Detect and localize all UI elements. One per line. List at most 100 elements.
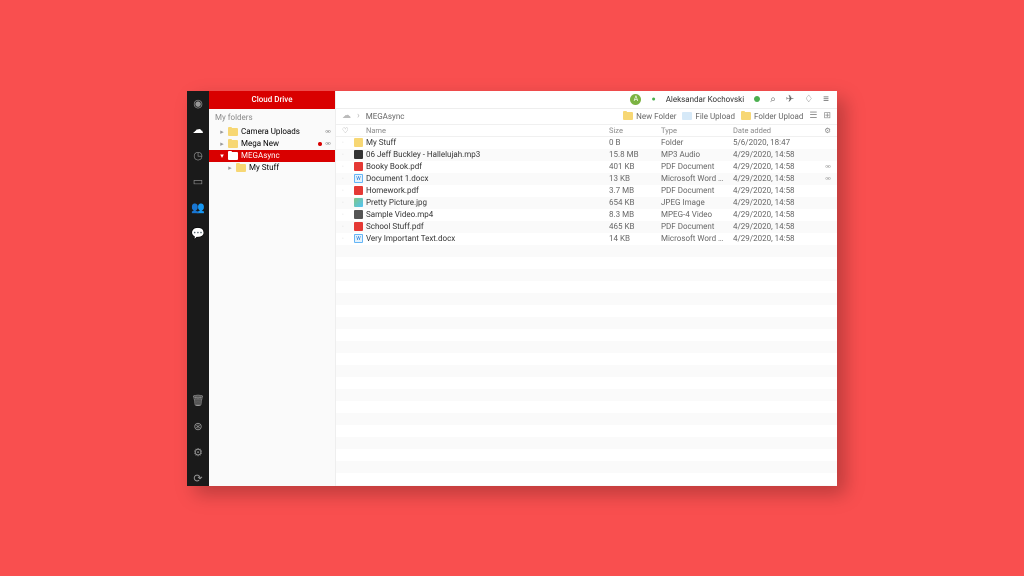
expand-arrow-icon[interactable]: ▾	[219, 152, 225, 160]
folder-icon	[228, 140, 238, 148]
bell-icon[interactable]: ♢	[804, 94, 813, 105]
table-row[interactable]: ·06 Jeff Buckley - Hallelujah.mp315.8 MB…	[336, 149, 837, 161]
empty-row	[336, 293, 837, 305]
contacts-icon[interactable]: 👥	[191, 201, 205, 215]
table-row[interactable]: ·Pretty Picture.jpg654 KBJPEG Image4/29/…	[336, 197, 837, 209]
size-column[interactable]: Size	[609, 126, 661, 135]
status-indicator	[754, 96, 760, 102]
favorite-toggle[interactable]: ·	[342, 187, 354, 195]
table-row[interactable]: · My Stuff0 BFolder5/6/2020, 18:47	[336, 137, 837, 149]
file-name: Very Important Text.docx	[366, 234, 609, 243]
cloud-breadcrumb-icon[interactable]: ☁	[342, 111, 351, 121]
sidebar-item-mega-new[interactable]: ▸Mega New⚮	[209, 138, 335, 150]
list-view-icon[interactable]: ☰	[809, 111, 817, 121]
favorite-toggle[interactable]: ·	[342, 223, 354, 231]
search-icon[interactable]: ⌕	[770, 94, 776, 105]
file-size: 8.3 MB	[609, 210, 661, 219]
file-size: 0 B	[609, 138, 661, 147]
sync-dot-icon	[318, 142, 322, 146]
date-column[interactable]: Date added	[733, 126, 815, 135]
recents-icon[interactable]: ◷	[191, 149, 205, 163]
transfers-icon[interactable]: ⊛	[191, 420, 205, 434]
table-row[interactable]: ·School Stuff.pdf465 KBPDF Document4/29/…	[336, 221, 837, 233]
favorite-toggle[interactable]: ·	[342, 139, 354, 147]
chat-icon[interactable]: 💬	[191, 227, 205, 241]
mega-icon[interactable]: ◉	[191, 97, 205, 111]
file-date: 4/29/2020, 14:58	[733, 150, 815, 159]
folder-label: Camera Uploads	[241, 127, 322, 136]
file-upload-label: File Upload	[695, 112, 735, 121]
file-type: Microsoft Word …	[661, 234, 733, 243]
file-icon	[354, 222, 366, 231]
empty-row	[336, 485, 837, 486]
settings-column-icon[interactable]: ⚙	[815, 126, 831, 135]
main-panel: A ● Aleksandar Kochovski ⌕ ✈ ♢ ≡ ☁ › MEG…	[336, 91, 837, 486]
file-date: 4/29/2020, 14:58	[733, 222, 815, 231]
sidebar: Cloud Drive My folders ▸Camera Uploads⚮▸…	[209, 91, 336, 486]
settings-icon[interactable]: ⚙	[191, 446, 205, 460]
link-icon: ⚮	[815, 163, 831, 171]
file-type: Microsoft Word …	[661, 174, 733, 183]
link-icon: ⚮	[325, 140, 331, 148]
file-type: Folder	[661, 138, 733, 147]
breadcrumb-current[interactable]: MEGAsync	[366, 112, 405, 121]
empty-row	[336, 269, 837, 281]
type-column[interactable]: Type	[661, 126, 733, 135]
sidebar-item-camera-uploads[interactable]: ▸Camera Uploads⚮	[209, 126, 335, 138]
file-name: Document 1.docx	[366, 174, 609, 183]
empty-row	[336, 413, 837, 425]
sidebar-item-my-stuff[interactable]: ▸ My Stuff	[209, 162, 335, 174]
file-name: Sample Video.mp4	[366, 210, 609, 219]
folder-upload-button[interactable]: Folder Upload	[741, 112, 803, 121]
trash-icon[interactable]: 🗑	[191, 394, 205, 408]
empty-row	[336, 245, 837, 257]
file-type: PDF Document	[661, 162, 733, 171]
file-icon: W	[354, 174, 366, 183]
avatar[interactable]: A	[630, 94, 641, 105]
nav-rail: ◉ ☁ ◷ ▭ 👥 💬 🗑 ⊛ ⚙ ⟳	[187, 91, 209, 486]
link-icon: ⚮	[815, 175, 831, 183]
table-row[interactable]: ·WVery Important Text.docx14 KBMicrosoft…	[336, 233, 837, 245]
table-row[interactable]: ·WDocument 1.docx13 KBMicrosoft Word …4/…	[336, 173, 837, 185]
file-size: 15.8 MB	[609, 150, 661, 159]
grid-view-icon[interactable]: ⊞	[823, 111, 831, 121]
file-name: My Stuff	[366, 138, 609, 147]
favorite-toggle[interactable]: ·	[342, 235, 354, 243]
folder-icon	[236, 164, 246, 172]
favorite-column[interactable]: ♡	[342, 126, 354, 135]
table-row[interactable]: ·Homework.pdf3.7 MBPDF Document4/29/2020…	[336, 185, 837, 197]
new-folder-button[interactable]: New Folder	[623, 112, 676, 121]
empty-row	[336, 401, 837, 413]
folder-label: My Stuff	[249, 163, 331, 172]
rocket-icon[interactable]: ✈	[786, 94, 794, 105]
favorite-toggle[interactable]: ·	[342, 163, 354, 171]
user-name[interactable]: Aleksandar Kochovski	[666, 95, 745, 104]
favorite-toggle[interactable]: ·	[342, 175, 354, 183]
favorite-toggle[interactable]: ·	[342, 211, 354, 219]
expand-arrow-icon[interactable]: ▸	[227, 164, 233, 172]
table-row[interactable]: ·Booky Book.pdf401 KBPDF Document4/29/20…	[336, 161, 837, 173]
file-name: Booky Book.pdf	[366, 162, 609, 171]
name-column[interactable]: Name	[366, 126, 609, 135]
empty-row	[336, 377, 837, 389]
table-row[interactable]: ·Sample Video.mp48.3 MBMPEG-4 Video4/29/…	[336, 209, 837, 221]
empty-row	[336, 461, 837, 473]
file-icon: W	[354, 234, 366, 243]
file-date: 4/29/2020, 14:58	[733, 234, 815, 243]
file-date: 5/6/2020, 18:47	[733, 138, 815, 147]
file-size: 3.7 MB	[609, 186, 661, 195]
refresh-icon[interactable]: ⟳	[191, 472, 205, 486]
file-icon	[354, 150, 366, 159]
empty-row	[336, 473, 837, 485]
expand-arrow-icon[interactable]: ▸	[219, 128, 225, 136]
shared-icon[interactable]: ▭	[191, 175, 205, 189]
expand-arrow-icon[interactable]: ▸	[219, 140, 225, 148]
favorite-toggle[interactable]: ·	[342, 151, 354, 159]
sidebar-item-megasync[interactable]: ▾MEGAsync	[209, 150, 335, 162]
favorite-toggle[interactable]: ·	[342, 199, 354, 207]
cloud-icon[interactable]: ☁	[191, 123, 205, 137]
empty-row	[336, 341, 837, 353]
menu-icon[interactable]: ≡	[823, 94, 829, 105]
file-upload-button[interactable]: File Upload	[682, 112, 735, 121]
folder-tree: ▸ Camera Uploads⚮▸Mega New⚮▾MEGAsync ▸ My S…	[209, 126, 335, 174]
